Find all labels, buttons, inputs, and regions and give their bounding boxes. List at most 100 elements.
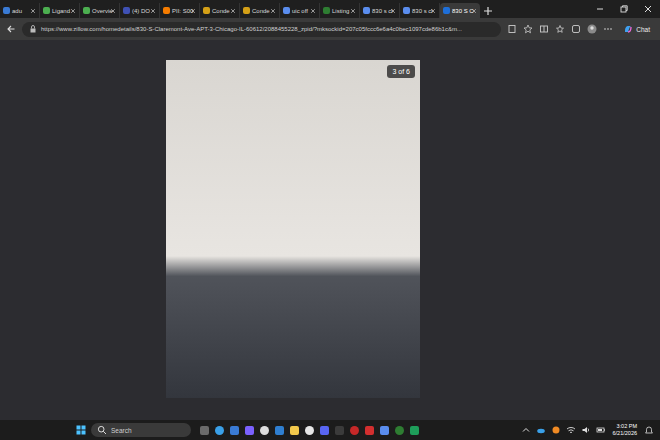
tab-strip: adu Ligand Overvie (4) DO PII: S00 Conde Conde… — [0, 3, 480, 18]
favicon-icon — [3, 7, 10, 14]
favicon-icon — [203, 7, 210, 14]
tab-label: Ligand — [52, 8, 68, 14]
clock[interactable]: 3:02 PM6/21/2026 — [611, 423, 639, 436]
pinned-apps — [196, 426, 419, 435]
close-icon[interactable] — [430, 8, 436, 14]
app-icon[interactable] — [200, 426, 209, 435]
photo-viewer: 3 of 6 — [0, 40, 660, 420]
close-icon[interactable] — [471, 8, 477, 14]
taskbar: Search 3:02 PM6/21/2026 — [0, 420, 660, 440]
clock-time: 3:02 PM — [617, 423, 637, 430]
more-icon[interactable] — [603, 24, 613, 34]
browser-tab[interactable]: 830 S C — [440, 3, 480, 18]
star-icon[interactable] — [523, 24, 533, 34]
app-icon[interactable] — [410, 426, 419, 435]
app-icon[interactable] — [395, 426, 404, 435]
close-icon[interactable] — [110, 8, 116, 14]
reader-icon[interactable] — [507, 24, 517, 34]
listing-photo[interactable]: 3 of 6 — [166, 60, 420, 398]
favicon-icon — [403, 7, 410, 14]
tab-label: 830 S C — [452, 8, 469, 14]
close-icon[interactable] — [310, 8, 316, 14]
browser-tab[interactable]: Conde — [240, 3, 280, 18]
wifi-icon[interactable] — [566, 425, 576, 435]
app-icon[interactable] — [245, 426, 254, 435]
maximize-button[interactable] — [612, 0, 636, 18]
search-icon — [97, 425, 107, 435]
close-window-button[interactable] — [636, 0, 660, 18]
app-icon[interactable] — [275, 426, 284, 435]
browser-toolbar: https://www.zillow.com/homedetails/830-S… — [0, 18, 660, 40]
clock-date: 6/21/2026 — [613, 430, 637, 437]
favicon-icon — [323, 7, 330, 14]
browser-tab[interactable]: Conde — [200, 3, 240, 18]
close-icon[interactable] — [150, 8, 156, 14]
chat-button[interactable]: Chat — [619, 22, 654, 36]
tab-label: 830 s cl — [412, 8, 428, 14]
browser-tab[interactable]: adu — [0, 3, 40, 18]
favicon-icon — [443, 7, 450, 14]
browser-tab[interactable]: Ligand — [40, 3, 80, 18]
browser-tab[interactable]: 830 s cl — [400, 3, 440, 18]
browser-tab[interactable]: Listing — [320, 3, 360, 18]
browser-tab[interactable]: uic off — [280, 3, 320, 18]
profile-icon[interactable] — [587, 24, 597, 34]
tab-label: PII: S00 — [172, 8, 188, 14]
app-icon[interactable] — [215, 426, 224, 435]
close-icon[interactable] — [350, 8, 356, 14]
app-icon[interactable] — [350, 426, 359, 435]
app-icon[interactable] — [380, 426, 389, 435]
close-icon[interactable] — [70, 8, 76, 14]
close-icon — [643, 4, 653, 14]
tab-bar: adu Ligand Overvie (4) DO PII: S00 Conde Conde… — [0, 0, 660, 18]
browser-tab[interactable]: 830 s cl — [360, 3, 400, 18]
photo-counter: 3 of 6 — [387, 65, 415, 78]
battery-icon[interactable] — [596, 425, 606, 435]
lock-icon — [28, 24, 38, 34]
address-bar[interactable]: https://www.zillow.com/homedetails/830-S… — [22, 22, 501, 37]
favicon-icon — [363, 7, 370, 14]
tab-label: (4) DO — [132, 8, 148, 14]
app-icon[interactable] — [335, 426, 344, 435]
app-icon[interactable] — [290, 426, 299, 435]
close-icon[interactable] — [270, 8, 276, 14]
collections-icon[interactable] — [571, 24, 581, 34]
tab-label: Conde — [252, 8, 268, 14]
windows-logo-icon[interactable] — [76, 425, 86, 435]
favicon-icon — [83, 7, 90, 14]
url-text: https://www.zillow.com/homedetails/830-S… — [41, 26, 462, 32]
favicon-icon — [283, 7, 290, 14]
speaker-icon[interactable] — [581, 425, 591, 435]
tab-label: uic off — [292, 8, 308, 14]
app-tray-icon[interactable] — [551, 425, 561, 435]
favicon-icon — [243, 7, 250, 14]
back-arrow-icon[interactable] — [6, 24, 16, 34]
split-screen-icon[interactable] — [539, 24, 549, 34]
browser-tab[interactable]: PII: S00 — [160, 3, 200, 18]
browser-tab[interactable]: Overvie — [80, 3, 120, 18]
close-icon[interactable] — [230, 8, 236, 14]
new-tab-button[interactable] — [480, 3, 496, 18]
cloud-icon[interactable] — [536, 425, 546, 435]
minimize-button[interactable] — [588, 0, 612, 18]
browser-tab[interactable]: (4) DO — [120, 3, 160, 18]
app-icon[interactable] — [260, 426, 269, 435]
app-icon[interactable] — [365, 426, 374, 435]
close-icon[interactable] — [390, 8, 396, 14]
app-icon[interactable] — [320, 426, 329, 435]
favorites-icon[interactable] — [555, 24, 565, 34]
tab-label: adu — [12, 8, 28, 14]
app-icon[interactable] — [305, 426, 314, 435]
search-placeholder: Search — [111, 427, 132, 434]
restore-icon — [619, 4, 629, 14]
close-icon[interactable] — [30, 8, 36, 14]
tab-label: 830 s cl — [372, 8, 388, 14]
notification-bell-icon[interactable] — [644, 425, 654, 435]
close-icon[interactable] — [190, 8, 196, 14]
plus-icon — [483, 6, 493, 16]
chevron-up-icon[interactable] — [521, 425, 531, 435]
taskbar-search[interactable]: Search — [91, 423, 191, 437]
app-icon[interactable] — [230, 426, 239, 435]
tab-label: Overvie — [92, 8, 108, 14]
copilot-icon — [623, 24, 633, 34]
